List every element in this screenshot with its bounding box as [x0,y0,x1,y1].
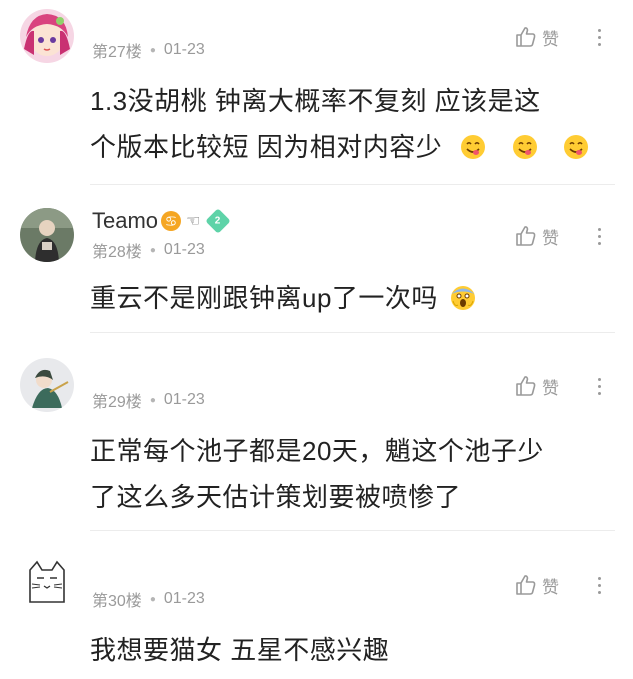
floor-number: 第30楼 [92,593,142,610]
content-line-with-emoji: 重云不是刚跟钟离up了一次吗 [90,275,615,321]
comment-date: 01-23 [163,41,205,58]
divider [90,530,615,531]
author-name[interactable]: Teamo [92,208,158,234]
like-button[interactable]: 赞 [514,24,559,50]
cat-sketch-avatar-icon [20,556,74,610]
like-label: 赞 [542,378,559,398]
avatar[interactable] [20,556,74,610]
thumbs-up-icon [516,575,536,595]
content-line: 正常每个池子都是20天，魈这个池子少 [90,436,544,466]
yum-face-icon [512,135,537,159]
author-line: Teamo ♋ ☜ 2 [92,208,232,234]
avatar[interactable] [20,9,74,63]
like-label: 赞 [542,29,559,49]
separator-dot: ● [149,394,156,406]
photo-avatar-icon [20,208,74,262]
avatar[interactable] [20,208,74,262]
like-label: 赞 [542,577,559,597]
comment-meta: 第28楼 ● 01-23 [92,240,205,261]
content-line: 我想要猫女 五星不感兴趣 [90,635,390,665]
comment-content: 重云不是刚跟钟离up了一次吗 [90,275,615,321]
anime-character-avatar-icon [20,358,74,412]
like-label: 赞 [542,228,559,248]
thumbs-up-icon [516,226,536,246]
comment-date: 01-23 [163,590,205,607]
more-options-icon[interactable] [592,373,606,399]
thumbs-up-icon [516,27,536,47]
floor-number: 第28楼 [92,244,142,261]
more-options-icon[interactable] [592,572,606,598]
comment-date: 01-23 [163,241,205,258]
more-options-icon[interactable] [592,24,606,50]
floor-number: 第29楼 [92,394,142,411]
content-line-text: 重云不是刚跟钟离up了一次吗 [90,283,438,313]
level-number: 2 [215,215,222,227]
more-options-icon[interactable] [592,223,606,249]
comment-content: 正常每个池子都是20天，魈这个池子少 了这么多天估计策划要被喷惨了 [90,428,615,520]
scream-face-icon [450,286,475,310]
content-line: 1.3没胡桃 钟离大概率不复刻 应该是这 [90,86,541,116]
yum-face-icon [460,135,485,159]
content-line-with-emoji: 个版本比较短 因为相对内容少 [90,124,615,170]
level-badge-icon: 2 [205,208,232,234]
separator-dot: ● [149,44,156,56]
comment-meta: 第29楼 ● 01-23 [92,390,205,411]
divider [90,184,615,185]
separator-dot: ● [149,593,156,605]
comment-meta: 第27楼 ● 01-23 [92,40,205,61]
anime-girl-avatar-icon [20,9,74,63]
comment-content: 1.3没胡桃 钟离大概率不复刻 应该是这 个版本比较短 因为相对内容少 [90,78,615,170]
divider [90,332,615,333]
like-button[interactable]: 赞 [514,572,559,598]
yum-face-icon [564,135,589,159]
comment-date: 01-23 [163,391,205,408]
avatar[interactable] [20,358,74,412]
comment-content: 我想要猫女 五星不感兴趣 [90,627,615,673]
floor-number: 第27楼 [92,44,142,61]
content-line-text: 个版本比较短 因为相对内容少 [90,132,443,162]
cancer-zodiac-icon: ♋ [161,211,182,231]
separator-dot: ● [149,244,156,256]
like-button[interactable]: 赞 [514,223,559,249]
like-button[interactable]: 赞 [514,373,559,399]
content-line: 了这么多天估计策划要被喷惨了 [90,482,462,512]
thumbs-up-icon [516,376,536,396]
pointing-hand-icon: ☜ [186,213,201,230]
comment-meta: 第30楼 ● 01-23 [92,589,205,610]
